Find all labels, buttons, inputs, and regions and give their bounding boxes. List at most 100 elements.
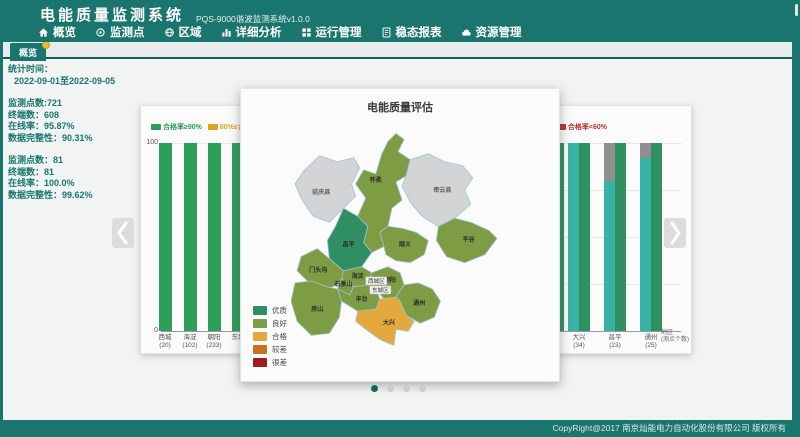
stats-group-2: 监测点数：81终端数：81在线率：100.0%数据完整性：99.62% — [8, 155, 136, 201]
nav-item-cloud[interactable]: 资源管理 — [461, 24, 522, 40]
map-legend-item: 合格 — [253, 330, 287, 343]
tab-bar: 概览 — [3, 42, 792, 59]
map-region-label-yanqing: 延庆县 — [311, 188, 330, 196]
x-label-count: (233) — [199, 342, 229, 350]
nav-item-label: 资源管理 — [476, 24, 522, 40]
bar-online — [640, 158, 651, 331]
map-region-label-shijingshan: 石景山 — [333, 280, 352, 288]
footer: CopyRight@2017 南京灿能电力自动化股份有限公司 版权所有 — [0, 420, 800, 437]
map-legend-swatch — [253, 306, 267, 315]
map-legend-item: 优质 — [253, 304, 287, 317]
map-region-label-fengtai: 丰台 — [356, 295, 368, 303]
bar-online — [604, 181, 615, 331]
x-label-name: 昌平 — [600, 334, 630, 342]
nav-item-report[interactable]: 稳态报表 — [381, 24, 442, 40]
footer-copyright: CopyRight@2017 南京灿能电力自动化股份有限公司 版权所有 — [553, 423, 786, 433]
carousel-dot-1[interactable] — [371, 385, 378, 392]
nav-item-label: 稳态报表 — [396, 24, 442, 40]
chevron-left-icon — [112, 218, 134, 248]
stats-time-value: 2022-09-01至2022-09-05 — [8, 76, 136, 88]
x-axis-title-line: 地区 — [661, 330, 692, 337]
map-legend-swatch — [253, 332, 267, 341]
bar-朝阳 — [208, 143, 221, 331]
legend-item: 合格率≥90% — [151, 122, 202, 132]
bar-qualified — [615, 143, 626, 331]
target-icon — [95, 27, 106, 38]
bar-海淀 — [184, 143, 197, 331]
tab-overview[interactable]: 概览 — [10, 43, 46, 61]
chevron-right-icon — [664, 218, 686, 248]
bar-online — [568, 143, 579, 331]
tab-overview-label: 概览 — [19, 48, 37, 58]
x-label-count: (23) — [600, 342, 630, 350]
map-legend-swatch — [253, 358, 267, 367]
nav-item-label: 概览 — [53, 24, 76, 40]
legend-swatch — [151, 124, 161, 130]
app-title: 电能质量监测系统 — [40, 4, 184, 25]
bar-qualified — [651, 143, 662, 331]
nav-item-home[interactable]: 概览 — [38, 24, 76, 40]
y-tick-min: 0 — [142, 327, 158, 334]
stats-line: 终端数：81 — [8, 167, 136, 179]
carousel-prev-button[interactable] — [112, 218, 134, 248]
bar-offline — [640, 143, 651, 158]
map-legend-label: 良好 — [272, 318, 287, 329]
nav-item-globe[interactable]: 区域 — [164, 24, 202, 40]
map-legend-item: 很差 — [253, 356, 287, 369]
x-axis-title: 地区(测点个数) — [661, 330, 692, 344]
stats-line: 监测点数：81 — [8, 155, 136, 167]
stats-line: 在线率：95.87% — [8, 121, 136, 133]
legend-label: 合格率≥90% — [163, 122, 202, 132]
carousel-dots — [371, 385, 426, 392]
grid-icon — [301, 27, 312, 38]
carousel-next-button[interactable] — [664, 218, 686, 248]
legend-item: 合格率<60% — [556, 122, 607, 132]
bar-qualified — [579, 143, 590, 331]
map-region-label-changping: 昌平 — [342, 241, 354, 249]
nav-item-label: 监测点 — [110, 24, 145, 40]
main-nav: 概览 监测点 区域 详细分析 运行管理 稳态报表 资源管理 — [38, 24, 522, 40]
map-region-label-haidian: 海淀 — [352, 272, 365, 280]
stats-line: 终端数：608 — [8, 110, 136, 122]
x-label: 大兴(34) — [564, 334, 594, 349]
map-legend-item: 良好 — [253, 317, 287, 330]
nav-item-label: 详细分析 — [236, 24, 282, 40]
app-header: 电能质量监测系统 PQS-9000谐波监测系统v1.0.0 概览监测点区域详细分… — [0, 0, 800, 42]
scrollbar-thumb[interactable] — [795, 4, 798, 16]
carousel-card-quality-map: 电能质量评估 延庆县怀柔密云县昌平顺义平谷门头沟海淀石景山朝阳西城区东城区丰台通… — [240, 88, 560, 382]
stats-group-1: 监测点数:721终端数：608在线率：95.87%数据完整性：90.31% — [8, 98, 136, 144]
globe-icon — [164, 27, 175, 38]
x-label-name: 大兴 — [564, 334, 594, 342]
bar-offline — [604, 143, 615, 181]
nav-item-target[interactable]: 监测点 — [95, 24, 145, 40]
stats-groups: 监测点数:721终端数：608在线率：95.87%数据完整性：90.31% 监测点… — [8, 98, 136, 201]
nav-item-bar-chart[interactable]: 详细分析 — [221, 24, 282, 40]
x-label-count: (34) — [564, 342, 594, 350]
map-card-title: 电能质量评估 — [241, 99, 559, 115]
map-chip-label-dongcheng: 东城区 — [372, 286, 389, 294]
map-region-label-fangshan: 房山 — [311, 305, 323, 313]
map-region-label-daxing: 大兴 — [383, 318, 395, 326]
map-legend-label: 优质 — [272, 305, 287, 316]
stats-line: 数据完整性：90.31% — [8, 133, 136, 145]
app-window: 电能质量监测系统 PQS-9000谐波监测系统v1.0.0 概览监测点区域详细分… — [0, 0, 800, 437]
bar-chart-icon — [221, 27, 232, 38]
y-tick-max: 100 — [142, 139, 158, 146]
legend-label: 合格率<60% — [568, 122, 607, 132]
carousel-dot-3[interactable] — [403, 385, 410, 392]
map-region-label-shunyi: 顺义 — [399, 241, 412, 249]
home-icon — [38, 27, 49, 38]
beijing-district-map: 延庆县怀柔密云县昌平顺义平谷门头沟海淀石景山朝阳西城区东城区丰台通州房山大兴 — [291, 133, 503, 351]
carousel-dot-4[interactable] — [419, 385, 426, 392]
x-label: 昌平(23) — [600, 334, 630, 349]
nav-item-grid[interactable]: 运行管理 — [301, 24, 362, 40]
stats-panel: 统计时间： 2022-09-01至2022-09-05 监测点数:721终端数：… — [8, 64, 136, 201]
map-legend-label: 合格 — [272, 331, 287, 342]
map-legend-item: 较差 — [253, 343, 287, 356]
bar-西城 — [159, 143, 172, 331]
map-legend-label: 很差 — [272, 357, 287, 368]
map-legend: 优质良好合格较差很差 — [253, 304, 287, 369]
legend-swatch — [208, 124, 218, 130]
map-region-label-miyun: 密云县 — [432, 186, 451, 194]
carousel-dot-2[interactable] — [387, 385, 394, 392]
